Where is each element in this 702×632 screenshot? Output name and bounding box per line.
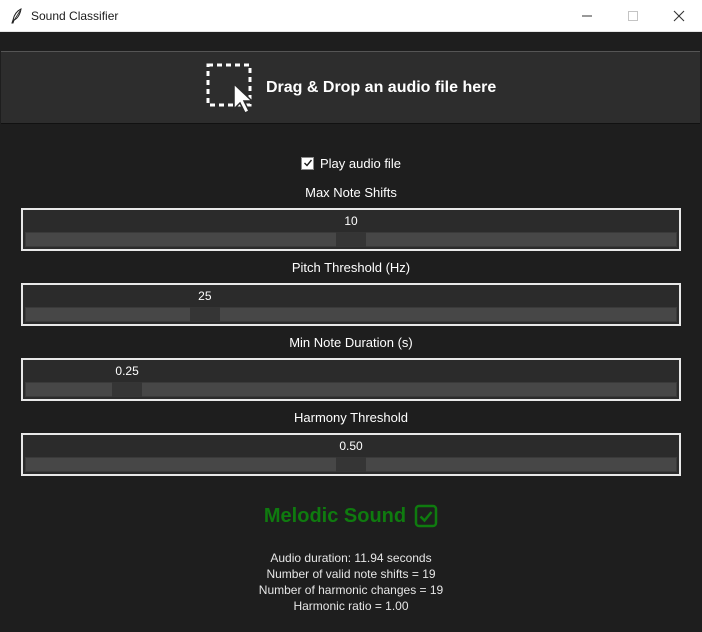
harmonic-changes-text: Number of harmonic changes = 19 [258,583,444,597]
minimize-button[interactable] [564,0,610,31]
checkmark-icon [303,159,312,167]
max-note-shifts-slider[interactable]: 10 [21,208,681,251]
play-audio-label: Play audio file [320,155,401,171]
checkbox-box[interactable] [301,156,314,170]
window-title: Sound Classifier [31,9,119,23]
slider-thumb[interactable] [112,382,143,397]
slider-value: 25 [198,289,212,303]
harmony-threshold-slider[interactable]: 0.50 [21,433,681,476]
result-label: Melodic Sound [263,504,407,527]
feather-icon [11,8,22,24]
note-shifts-text: Number of valid note shifts = 19 [266,567,436,581]
slider-value: 0.50 [339,439,363,453]
slider-thumb[interactable] [189,307,220,322]
min-note-duration-slider[interactable]: 0.25 [21,358,681,401]
play-audio-checkbox[interactable]: Play audio file [301,155,401,171]
drop-zone-label: Drag & Drop an audio file here [266,79,497,96]
menu-strip [0,32,702,51]
close-icon [673,10,685,21]
close-button[interactable] [656,0,702,31]
stats-panel: Audio duration: 11.94 seconds Number of … [0,550,702,614]
classification-result: Melodic Sound [0,502,702,530]
slider-trough[interactable] [25,307,677,322]
harmonic-ratio-text: Harmonic ratio = 1.00 [293,599,409,613]
harmony-threshold-label: Harmony Threshold [294,410,408,425]
pitch-threshold-label: Pitch Threshold (Hz) [291,260,411,275]
min-note-duration-label: Min Note Duration (s) [289,335,413,350]
checkbox-checked-icon [414,504,438,528]
maximize-icon [628,10,638,21]
slider-thumb[interactable] [336,232,366,247]
slider-value: 0.25 [115,364,139,378]
title-bar: Sound Classifier [0,0,702,32]
drop-target-cursor-icon [206,63,254,115]
maximize-button[interactable] [610,0,656,31]
slider-value: 10 [344,214,358,228]
max-note-shifts-label: Max Note Shifts [305,185,397,200]
audio-duration-text: Audio duration: 11.94 seconds [270,551,432,565]
slider-thumb[interactable] [336,457,366,472]
pitch-threshold-slider[interactable]: 25 [21,283,681,326]
drop-zone[interactable]: Drag & Drop an audio file here [1,51,700,124]
minimize-icon [582,15,592,16]
